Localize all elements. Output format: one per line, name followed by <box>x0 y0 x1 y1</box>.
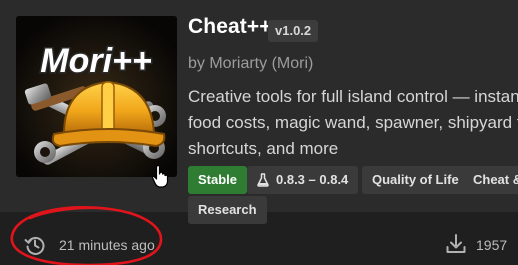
research-tag[interactable]: Research <box>188 196 267 224</box>
last-updated: 21 minutes ago <box>59 237 155 253</box>
description-line: food costs, magic wand, spawner, shipyar… <box>188 113 518 132</box>
mod-card[interactable]: Mori++ Cheat++ v1.0.2 by Moriarty (Mori)… <box>0 0 518 265</box>
history-icon <box>24 236 45 255</box>
mod-title[interactable]: Cheat++ <box>188 15 272 39</box>
thumbnail-image: Mori++ <box>16 16 177 177</box>
game-version-label: 0.8.3 – 0.8.4 <box>276 172 349 187</box>
description-line: Creative tools for full island control —… <box>188 87 518 106</box>
flask-icon <box>257 173 269 187</box>
mod-thumbnail[interactable]: Mori++ <box>16 16 177 177</box>
quality-of-life-tag[interactable]: Quality of Life <box>362 166 469 194</box>
stable-tag[interactable]: Stable <box>188 166 248 194</box>
download-count: 1957 <box>476 237 508 253</box>
cheat-tag[interactable]: Cheat & <box>463 166 518 194</box>
version-badge: v1.0.2 <box>268 20 319 42</box>
game-version-tag[interactable]: 0.8.3 – 0.8.4 <box>247 166 359 194</box>
download-icon <box>446 234 466 253</box>
mod-description: Creative tools for full island control —… <box>188 84 518 162</box>
hand-pointer-icon <box>151 164 169 188</box>
mod-author[interactable]: by Moriarty (Mori) <box>188 55 313 73</box>
description-line: shortcuts, and more <box>188 139 339 158</box>
mori-logo-text: Mori++ <box>39 41 154 82</box>
svg-text:Mori++: Mori++ <box>40 42 152 80</box>
